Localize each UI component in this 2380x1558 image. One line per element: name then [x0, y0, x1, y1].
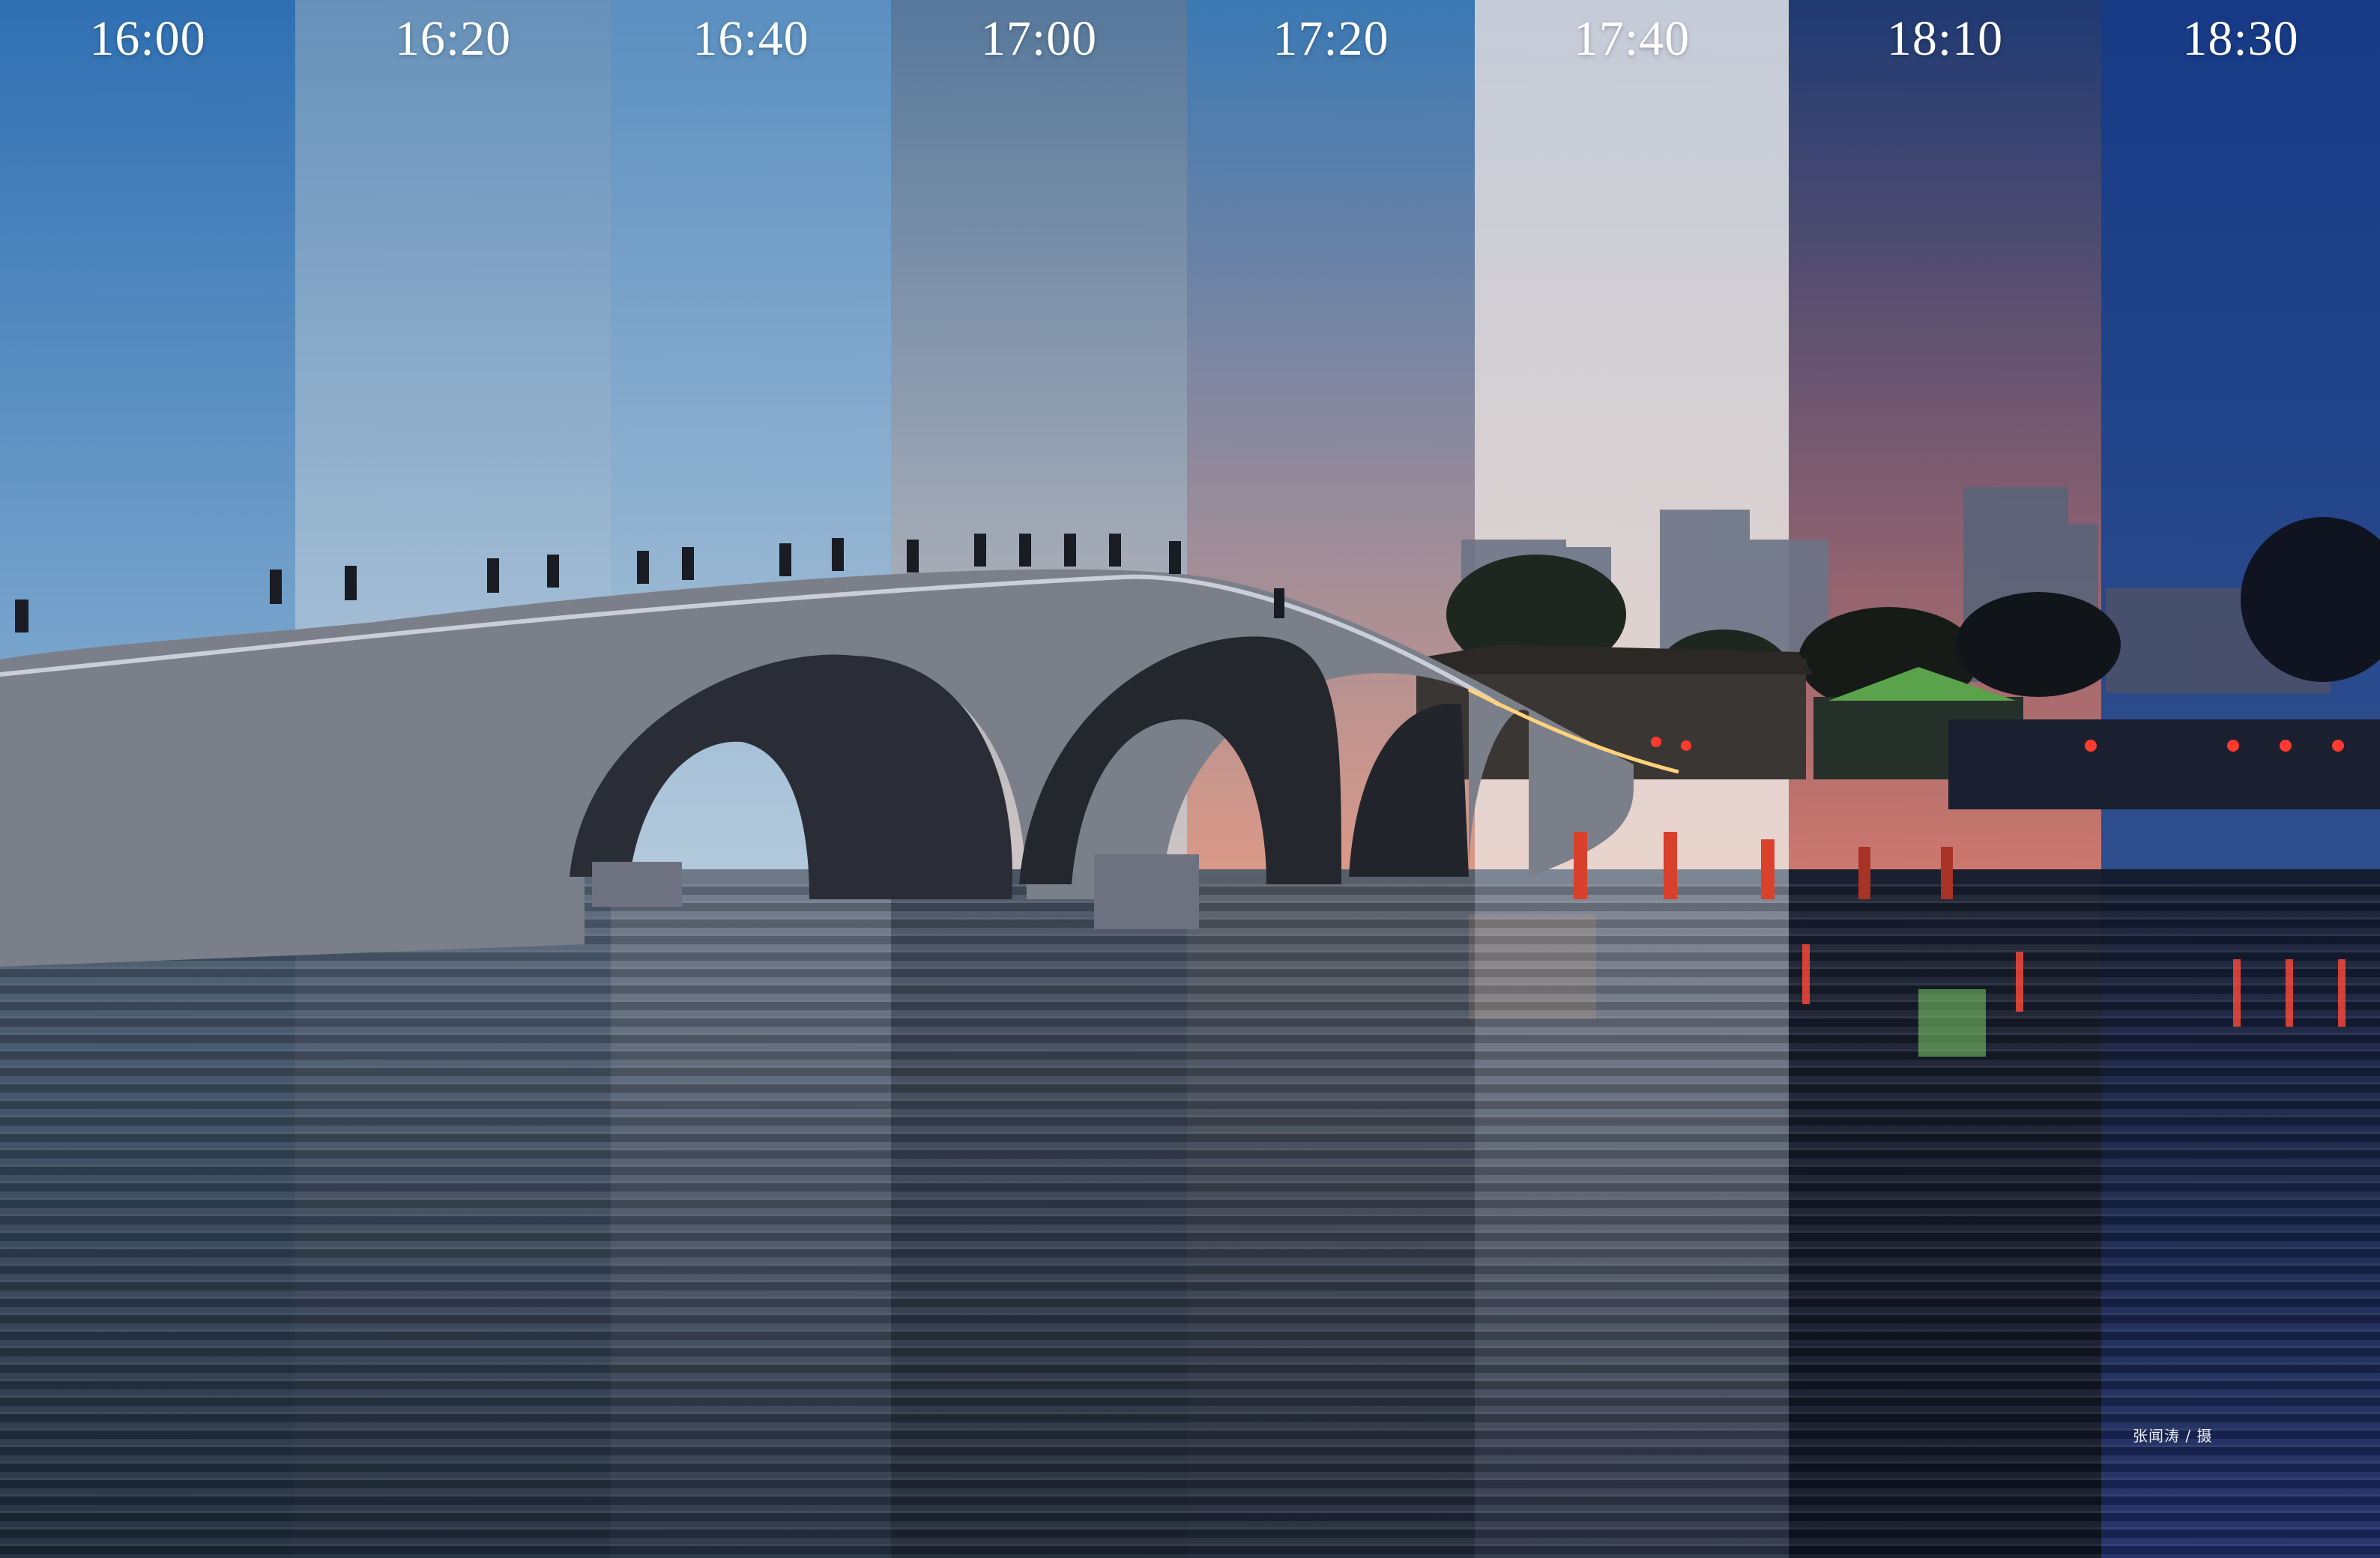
- sky: [1475, 0, 1789, 899]
- sky: [1789, 0, 2101, 899]
- strip-1830: 18:30: [2101, 0, 2380, 1558]
- strip-1740: 17:40: [1475, 0, 1789, 1558]
- strip-1720: 17:20: [1187, 0, 1475, 1558]
- time-label: 16:40: [692, 11, 809, 66]
- water-ripples: [2101, 884, 2380, 1558]
- water-ripples: [891, 884, 1187, 1558]
- time-label: 16:20: [394, 11, 512, 66]
- strip-1640: 16:40: [611, 0, 891, 1558]
- strip-1700: 17:00: [891, 0, 1187, 1558]
- time-label: 16:00: [89, 11, 206, 66]
- water-ripples: [1475, 884, 1789, 1558]
- strip-1810: 18:10: [1789, 0, 2101, 1558]
- time-label: 18:10: [1886, 11, 2004, 66]
- time-label: 17:40: [1573, 11, 1691, 66]
- water-ripples: [0, 884, 295, 1558]
- water-ripples: [1789, 884, 2101, 1558]
- sky: [2101, 0, 2380, 899]
- sky: [611, 0, 891, 899]
- water-ripples: [295, 884, 611, 1558]
- time-label: 18:30: [2182, 11, 2299, 66]
- sky: [0, 0, 295, 899]
- water-ripples: [611, 884, 891, 1558]
- time-label: 17:20: [1272, 11, 1389, 66]
- photo-composite: 16:00 16:20 16:40 17:00 17:20 17:40 18:1…: [0, 0, 2380, 1558]
- photo-credit: 张闻涛 / 摄: [2133, 1427, 2213, 1445]
- strip-1600: 16:00: [0, 0, 295, 1558]
- water-ripples: [1187, 884, 1475, 1558]
- sky: [1187, 0, 1475, 899]
- sky: [295, 0, 611, 899]
- time-strips: 16:00 16:20 16:40 17:00 17:20 17:40 18:1…: [0, 0, 2380, 1558]
- time-label: 17:00: [980, 11, 1098, 66]
- strip-1620: 16:20: [295, 0, 611, 1558]
- sky: [891, 0, 1187, 899]
